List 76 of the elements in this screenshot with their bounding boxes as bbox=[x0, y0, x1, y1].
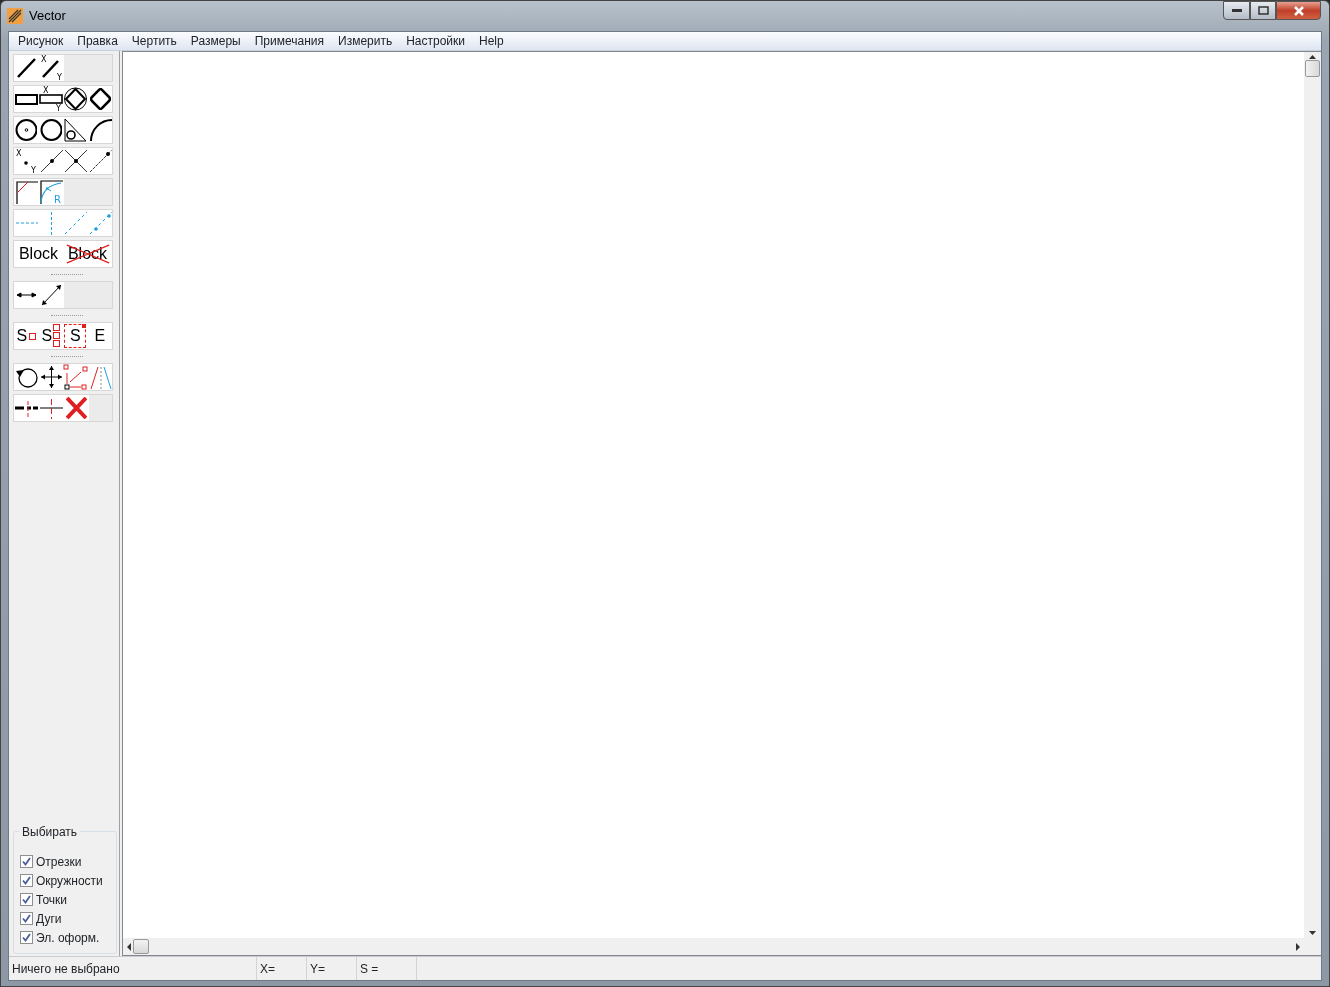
scroll-right-icon[interactable] bbox=[1296, 942, 1300, 951]
minimize-button[interactable] bbox=[1223, 1, 1250, 20]
checkbox[interactable] bbox=[20, 874, 33, 887]
scroll-thumb[interactable] bbox=[133, 939, 149, 954]
scroll-thumb[interactable] bbox=[1305, 60, 1320, 77]
dashed-line-icon bbox=[15, 222, 39, 224]
tool-button[interactable] bbox=[38, 364, 63, 390]
close-button[interactable] bbox=[1276, 1, 1321, 20]
double-arrow-icon bbox=[16, 292, 37, 298]
checkbox-label[interactable]: Отрезки bbox=[36, 852, 82, 871]
menu-item[interactable]: Help bbox=[472, 32, 511, 50]
status-text: Ничего не выбрано bbox=[9, 957, 257, 980]
menu-item[interactable]: Правка bbox=[70, 32, 125, 50]
tool-button[interactable]: E bbox=[87, 323, 112, 349]
checkbox[interactable] bbox=[20, 912, 33, 925]
diamond-icon bbox=[89, 88, 111, 110]
tool-button[interactable]: Block bbox=[14, 241, 63, 267]
tool-button[interactable] bbox=[87, 117, 112, 143]
tool-button[interactable] bbox=[14, 55, 39, 81]
tool-button[interactable] bbox=[14, 395, 39, 421]
tool-button[interactable]: S bbox=[14, 323, 39, 349]
maximize-icon bbox=[1257, 6, 1269, 15]
square-icon bbox=[29, 332, 37, 340]
close-icon bbox=[1292, 5, 1305, 16]
menu-item[interactable]: Чертить bbox=[124, 32, 184, 50]
window-title: Vector bbox=[29, 6, 66, 25]
tool-button[interactable]: X Y bbox=[38, 86, 63, 112]
tool-button[interactable] bbox=[14, 282, 39, 308]
arc-icon bbox=[89, 119, 113, 142]
checkbox[interactable] bbox=[20, 855, 33, 868]
tool-button[interactable]: S bbox=[63, 323, 88, 349]
checkbox-label[interactable]: Окружности bbox=[36, 871, 103, 890]
checkbox-label[interactable]: Эл. оформ. bbox=[36, 928, 100, 947]
tool-button[interactable] bbox=[14, 364, 39, 390]
dashed-line-icon bbox=[49, 211, 52, 236]
toolbar-grip[interactable] bbox=[51, 274, 83, 277]
group-title: Выбирать bbox=[19, 823, 81, 841]
tool-button[interactable]: S bbox=[38, 323, 63, 349]
break-line-icon bbox=[14, 400, 39, 420]
cross-lines-icon bbox=[39, 398, 64, 420]
minimize-icon bbox=[1231, 9, 1242, 12]
scroll-left-icon[interactable] bbox=[127, 942, 131, 951]
rotate-icon bbox=[15, 368, 38, 388]
toolbar-grip[interactable] bbox=[51, 315, 83, 318]
tool-button[interactable] bbox=[87, 86, 112, 112]
status-text: S = bbox=[357, 957, 417, 980]
menu-item[interactable]: Рисунок bbox=[11, 32, 71, 50]
checkbox-label[interactable]: Дуги bbox=[36, 909, 62, 928]
tool-button[interactable] bbox=[14, 117, 39, 143]
status-text: X= bbox=[257, 957, 307, 980]
tool-button[interactable] bbox=[39, 282, 64, 308]
rectangle-icon bbox=[15, 94, 38, 105]
checkbox[interactable] bbox=[20, 931, 33, 944]
double-arrow-icon bbox=[41, 284, 62, 306]
scroll-down-icon[interactable] bbox=[1309, 931, 1316, 935]
maximize-button[interactable] bbox=[1250, 1, 1276, 20]
stacked-squares-icon bbox=[53, 324, 61, 348]
vertical-scrollbar[interactable] bbox=[1304, 52, 1321, 938]
tool-button[interactable]: X Y bbox=[39, 55, 64, 81]
line-icon bbox=[17, 58, 36, 78]
tool-button[interactable] bbox=[14, 86, 39, 112]
tool-button[interactable] bbox=[38, 117, 63, 143]
tool-button[interactable] bbox=[63, 86, 88, 112]
menu-item[interactable]: Измерить bbox=[331, 32, 400, 50]
app-icon bbox=[7, 7, 23, 24]
delete-icon bbox=[66, 397, 87, 419]
tool-button[interactable] bbox=[63, 117, 88, 143]
menu-item[interactable]: Примечания bbox=[247, 32, 331, 50]
toolbar-grip[interactable] bbox=[51, 356, 83, 359]
menu-item[interactable]: Настройки bbox=[399, 32, 473, 50]
tool-button[interactable] bbox=[87, 148, 112, 174]
menu-item[interactable]: Размеры bbox=[183, 32, 248, 50]
checkbox[interactable] bbox=[20, 893, 33, 906]
tool-button[interactable]: X Y bbox=[14, 148, 39, 174]
status-text: Y= bbox=[307, 957, 357, 980]
checkbox-label[interactable]: Точки bbox=[36, 890, 67, 909]
